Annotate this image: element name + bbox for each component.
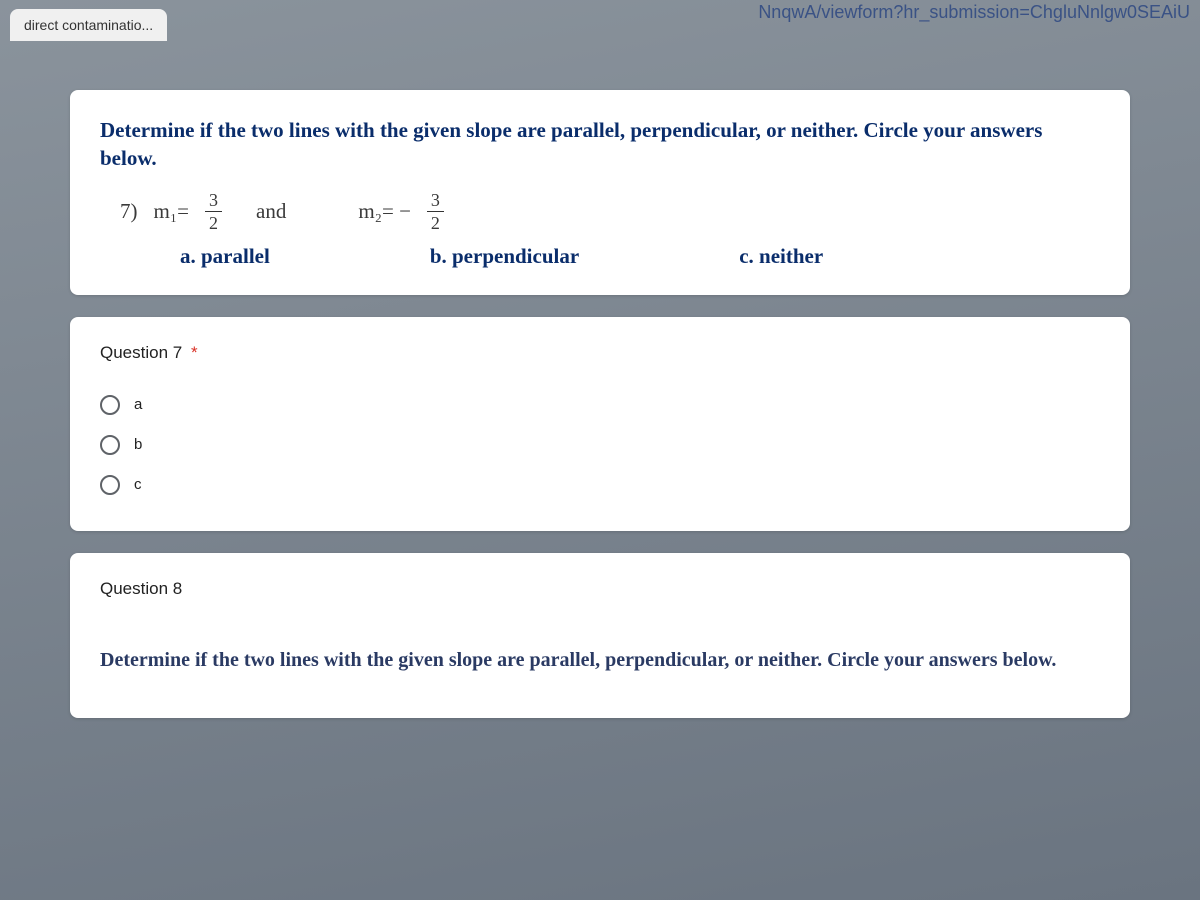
option-c-row[interactable]: c: [100, 465, 1100, 505]
question-8-title: Question 8: [100, 579, 1100, 599]
m1-numerator: 3: [205, 191, 222, 212]
m2-denominator: 2: [427, 212, 444, 232]
problem-row: 7) m₁= 3 2 and m₂= − 3 2: [120, 191, 1100, 232]
option-a-row[interactable]: a: [100, 385, 1100, 425]
m1-denominator: 2: [205, 212, 222, 232]
url-fragment: NnqwA/viewform?hr_submission=ChgluNnlgw0…: [758, 2, 1190, 23]
radio-icon[interactable]: [100, 435, 120, 455]
m2-numerator: 3: [427, 191, 444, 212]
question-7-title-text: Question 7: [100, 343, 182, 362]
option-c-label: c: [134, 476, 142, 493]
choice-c: c. neither: [739, 244, 823, 269]
choice-b: b. perpendicular: [430, 244, 579, 269]
radio-icon[interactable]: [100, 475, 120, 495]
question-7-title: Question 7 *: [100, 343, 1100, 363]
option-b-label: b: [134, 436, 142, 453]
option-a-label: a: [134, 396, 142, 413]
question-7-card: Question 7 * a b c: [70, 317, 1130, 531]
option-b-row[interactable]: b: [100, 425, 1100, 465]
m1-fraction: 3 2: [205, 191, 222, 232]
question-8-instruction: Determine if the two lines with the give…: [100, 647, 1100, 674]
answer-choices: a. parallel b. perpendicular c. neither: [180, 244, 1100, 269]
required-asterisk: *: [191, 343, 198, 362]
choice-a: a. parallel: [180, 244, 270, 269]
question-8-card: Question 8 Determine if the two lines wi…: [70, 553, 1130, 718]
instruction-text: Determine if the two lines with the give…: [100, 116, 1100, 173]
m1-label: m₁=: [154, 199, 190, 224]
browser-tab[interactable]: direct contaminatio...: [10, 9, 167, 41]
problem-card: Determine if the two lines with the give…: [70, 90, 1130, 295]
problem-number: 7): [120, 199, 138, 224]
radio-icon[interactable]: [100, 395, 120, 415]
m2-label: m₂= −: [358, 199, 411, 224]
m2-fraction: 3 2: [427, 191, 444, 232]
form-container: Determine if the two lines with the give…: [0, 50, 1200, 718]
and-text: and: [256, 199, 286, 224]
